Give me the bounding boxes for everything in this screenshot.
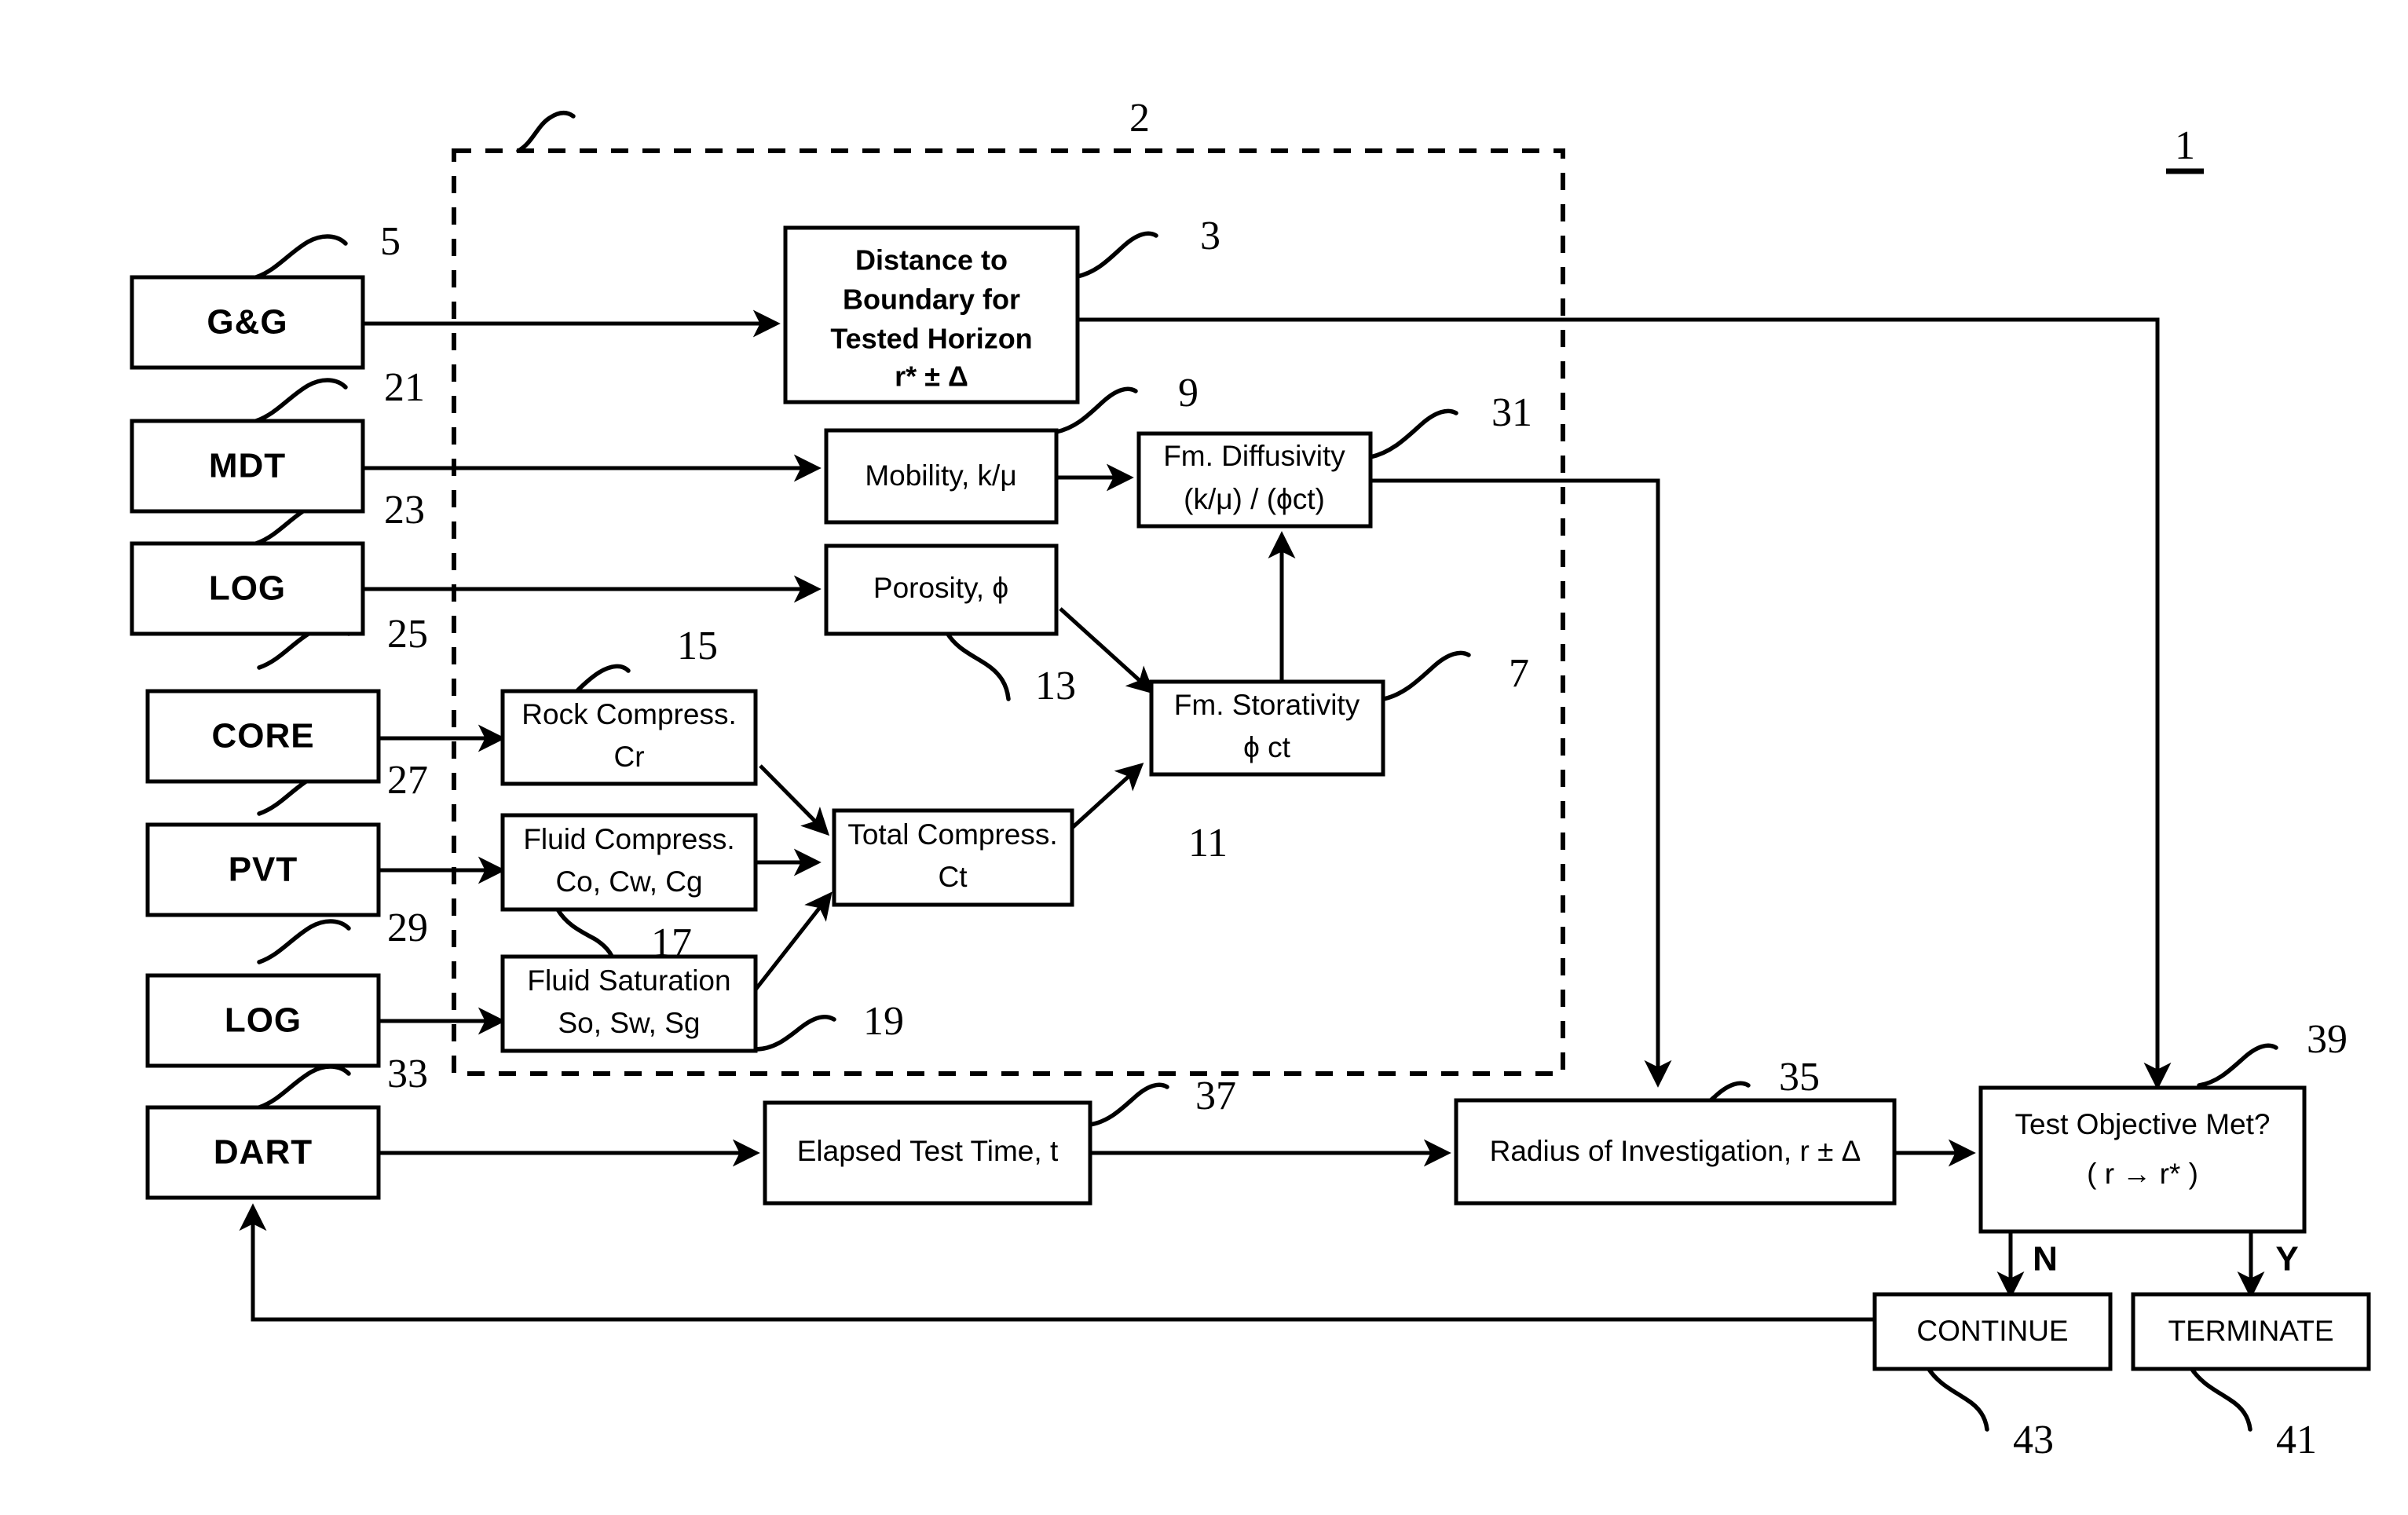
connector-continue-to-dart-feedback [239, 1203, 1875, 1322]
process-box-distance[interactable]: Distance to Boundary for Tested Horizon … [783, 225, 1080, 404]
ref-numeral-5: 5 [380, 219, 401, 264]
process-box-porosity-label: Porosity, ϕ [873, 572, 1008, 604]
process-box-distance-line-3: Tested Horizon [830, 323, 1032, 355]
ref-numeral-15: 15 [677, 624, 718, 668]
leader-line-2 [516, 111, 576, 153]
leader-line-3 [1075, 231, 1158, 279]
process-box-distance-line-2: Boundary for [843, 284, 1020, 316]
leader-line-31 [1368, 408, 1458, 459]
process-box-diffusivity[interactable]: Fm. Diffusivity (k/μ) / (ϕct) [1136, 431, 1373, 529]
process-box-diffusivity-line-1: Fm. Diffusivity [1163, 440, 1345, 472]
input-box-core[interactable]: CORE [145, 689, 381, 784]
input-box-mdt[interactable]: MDT [130, 419, 365, 514]
leader-line-13 [945, 631, 1011, 701]
leader-line-33 [257, 1064, 351, 1110]
ref-numeral-29: 29 [387, 906, 428, 950]
input-box-log-1-label: LOG [209, 569, 286, 608]
process-box-fluid-compress-line-1: Fluid Compress. [523, 823, 734, 855]
ref-numeral-33: 33 [387, 1052, 428, 1096]
ref-numeral-7: 7 [1509, 651, 1529, 696]
input-box-log-2[interactable]: LOG [145, 973, 381, 1068]
process-box-radius[interactable]: Radius of Investigation, r ± Δ [1454, 1098, 1897, 1206]
input-box-core-label: CORE [211, 717, 314, 756]
process-box-terminate[interactable]: TERMINATE [2131, 1292, 2371, 1371]
process-box-fluid-saturation[interactable]: Fluid Saturation So, Sw, Sg [500, 954, 758, 1053]
input-box-dart[interactable]: DART [145, 1105, 381, 1200]
process-box-mobility-label: Mobility, k/μ [865, 459, 1016, 492]
leader-line-41 [2189, 1366, 2252, 1432]
ref-numeral-19: 19 [863, 999, 904, 1044]
input-box-log-2-label: LOG [225, 1001, 302, 1040]
leader-line-37 [1088, 1082, 1169, 1127]
input-box-gg[interactable]: G&G [130, 275, 365, 370]
ref-numeral-17: 17 [651, 920, 692, 965]
input-box-gg-label: G&G [207, 303, 287, 342]
process-box-fluid-compress[interactable]: Fluid Compress. Co, Cw, Cg [500, 813, 758, 912]
ref-numeral-2: 2 [1129, 96, 1150, 141]
connector-diffusivity-to-radius [1371, 478, 1672, 1088]
process-box-fluid-compress-line-2: Co, Cw, Cg [555, 865, 702, 898]
ref-numeral-39: 39 [2307, 1017, 2348, 1062]
ref-numeral-3: 3 [1200, 214, 1220, 258]
ref-numeral-43: 43 [2013, 1418, 2054, 1462]
process-box-objective-line-2: ( r → r* ) [2087, 1158, 2198, 1190]
connector-totalcompress-to-storativity [1070, 763, 1144, 830]
ref-numeral-11: 11 [1188, 821, 1228, 865]
process-box-distance-line-1: Distance to [855, 244, 1008, 276]
figure-number: 1 [2175, 123, 2195, 168]
ref-numeral-41: 41 [2276, 1418, 2317, 1462]
process-box-diffusivity-line-2: (k/μ) / (ϕct) [1184, 483, 1325, 515]
process-box-terminate-label: TERMINATE [2168, 1315, 2333, 1347]
process-box-distance-line-4: r* ± Δ [895, 360, 968, 393]
ref-numeral-35: 35 [1779, 1055, 1820, 1100]
process-box-total-compress-line-2: Ct [939, 861, 968, 893]
connector-rockcompress-to-totalcompress [759, 764, 830, 836]
branch-label-no: N [2033, 1240, 2058, 1279]
process-box-objective-line-1: Test Objective Met? [2015, 1108, 2271, 1140]
leader-line-7 [1381, 650, 1471, 701]
process-box-rock-compress-line-2: Cr [613, 741, 644, 773]
flow-diagram-canvas: G&G MDT LOG CORE PVT LOG DART Distance t… [130, 96, 2371, 1462]
process-box-fluid-saturation-line-1: Fluid Saturation [527, 964, 730, 997]
input-box-mdt-label: MDT [209, 447, 286, 485]
ref-numeral-9: 9 [1178, 371, 1199, 415]
ref-numeral-37: 37 [1195, 1074, 1236, 1118]
connector-fluidsaturation-to-totalcompress [754, 891, 833, 991]
ref-numeral-27: 27 [387, 758, 428, 803]
input-box-dart-label: DART [214, 1133, 313, 1172]
process-box-porosity[interactable]: Porosity, ϕ [824, 543, 1059, 636]
branch-label-yes: Y [2275, 1240, 2298, 1279]
ref-numeral-25: 25 [387, 612, 428, 657]
process-box-continue[interactable]: CONTINUE [1872, 1292, 2113, 1371]
input-box-pvt[interactable]: PVT [145, 822, 381, 917]
input-box-pvt-label: PVT [229, 851, 298, 889]
process-box-elapsed-time[interactable]: Elapsed Test Time, t [763, 1100, 1092, 1206]
ref-numeral-31: 31 [1491, 390, 1532, 435]
leader-line-43 [1926, 1366, 1989, 1432]
process-box-elapsed-time-label: Elapsed Test Time, t [797, 1135, 1059, 1167]
ref-numeral-23: 23 [384, 488, 425, 532]
process-box-fluid-saturation-line-2: So, Sw, Sg [558, 1007, 701, 1039]
leader-line-29 [257, 919, 351, 964]
process-box-storativity[interactable]: Fm. Storativity ϕ ct [1149, 679, 1385, 777]
leader-line-21 [254, 378, 348, 423]
patent-figure-root: G&G MDT LOG CORE PVT LOG DART Distance t… [0, 0, 2408, 1515]
process-box-radius-label: Radius of Investigation, r ± Δ [1490, 1135, 1861, 1167]
process-box-total-compress-line-1: Total Compress. [847, 818, 1057, 851]
process-box-mobility[interactable]: Mobility, k/μ [824, 428, 1059, 525]
process-box-storativity-line-2: ϕ ct [1243, 731, 1291, 763]
process-box-rock-compress[interactable]: Rock Compress. Cr [500, 689, 758, 786]
process-box-rock-compress-line-1: Rock Compress. [521, 698, 736, 730]
leader-line-5 [254, 234, 348, 280]
leader-line-19 [753, 1015, 836, 1052]
process-box-storativity-line-1: Fm. Storativity [1174, 689, 1360, 721]
process-box-continue-label: CONTINUE [1916, 1315, 2068, 1347]
input-box-log-1[interactable]: LOG [130, 541, 365, 636]
process-box-objective[interactable]: Test Objective Met? ( r → r* ) [1978, 1085, 2307, 1234]
ref-numeral-13: 13 [1035, 664, 1076, 708]
ref-numeral-21: 21 [384, 365, 425, 410]
process-box-total-compress[interactable]: Total Compress. Ct [832, 808, 1074, 907]
leader-line-39 [2197, 1043, 2278, 1088]
